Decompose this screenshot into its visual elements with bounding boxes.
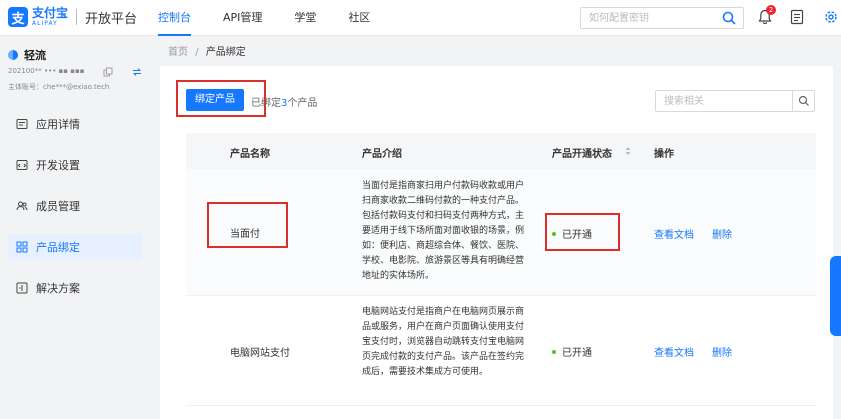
status-badge: 已开通 xyxy=(552,344,592,359)
status-text: 已开通 xyxy=(562,348,592,359)
delete-link[interactable]: 删除 xyxy=(712,348,732,359)
nav-academy[interactable]: 学堂 xyxy=(294,0,316,36)
sidebar-item-label: 开发设置 xyxy=(36,159,80,172)
product-intro: 当面付是指商家扫用户付款码收款或用户扫商家收款二维码付款的一种支付产品。包括付款… xyxy=(362,181,525,281)
sidebar-menu: 应用详情 开发设置 成员管理 产品绑定 解决方案 xyxy=(8,111,142,316)
breadcrumb-separator: / xyxy=(195,47,199,58)
dev-settings-icon xyxy=(16,159,28,171)
sidebar-item-dev-settings[interactable]: 开发设置 xyxy=(8,152,142,178)
product-intro: 电脑网站支付是指商户在电脑网页展示商品或服务，用户在商户页面确认使用支付宝支付时… xyxy=(362,307,525,377)
table-row: 电脑网站支付 电脑网站支付是指商户在电脑网页展示商品或服务，用户在商户页面确认使… xyxy=(186,296,816,406)
breadcrumb: 首页 / 产品绑定 xyxy=(168,43,246,58)
top-navbar: 支 支付宝 ALIPAY 开放平台 控制台 API管理 学堂 社区 2 xyxy=(0,0,841,36)
sidebar-item-label: 成员管理 xyxy=(36,200,80,213)
solution-icon xyxy=(16,282,28,294)
alipay-logo[interactable]: 支 支付宝 ALIPAY 开放平台 xyxy=(8,7,137,27)
related-search-button[interactable] xyxy=(792,91,814,111)
search-icon xyxy=(798,95,809,106)
document-icon[interactable] xyxy=(790,9,804,25)
logo-cn-text: 支付宝 xyxy=(32,6,69,20)
product-name: 电脑网站支付 xyxy=(230,348,290,359)
copy-icon[interactable] xyxy=(103,67,113,77)
app-name: 轻流 xyxy=(24,49,46,62)
app-header: 轻流 xyxy=(8,47,46,63)
main-nav: 控制台 API管理 学堂 社区 xyxy=(158,0,402,36)
header-status: 产品开通状态 xyxy=(552,149,612,160)
account-info: 主体账号：che***@exiao.tech xyxy=(8,83,110,91)
nav-api-management[interactable]: API管理 xyxy=(223,0,262,36)
app-id-row: 202100** ••• ▪▪ ▪▪▪ xyxy=(8,67,142,77)
sort-icon[interactable] xyxy=(624,146,632,156)
breadcrumb-home[interactable]: 首页 xyxy=(168,47,188,58)
view-docs-link[interactable]: 查看文档 xyxy=(654,230,694,241)
row-actions: 查看文档 删除 xyxy=(654,226,750,241)
sidebar-item-label: 应用详情 xyxy=(36,118,80,131)
app-logo-icon xyxy=(8,50,18,60)
switch-icon[interactable] xyxy=(132,67,142,77)
sidebar: 轻流 202100** ••• ▪▪ ▪▪▪ 主体账号：che***@exiao… xyxy=(0,37,150,419)
bound-count-text: 已绑定3个产品 xyxy=(251,94,317,109)
related-search-box xyxy=(655,90,815,112)
sidebar-item-members[interactable]: 成员管理 xyxy=(8,193,142,219)
app-detail-icon xyxy=(16,118,28,130)
sidebar-item-app-detail[interactable]: 应用详情 xyxy=(8,111,142,137)
highlight-box-status xyxy=(545,213,620,251)
sidebar-item-product-bind[interactable]: 产品绑定 xyxy=(8,234,142,260)
search-icon[interactable] xyxy=(721,10,737,26)
header-product-intro: 产品介绍 xyxy=(362,149,402,160)
app-id: 202100** ••• ▪▪ ▪▪▪ xyxy=(8,67,85,75)
breadcrumb-current: 产品绑定 xyxy=(205,47,246,58)
notification-badge: 2 xyxy=(766,5,776,15)
alipay-logo-icon: 支 xyxy=(8,7,28,27)
nav-community[interactable]: 社区 xyxy=(348,0,370,36)
delete-link[interactable]: 删除 xyxy=(712,230,732,241)
platform-title: 开放平台 xyxy=(85,11,138,27)
product-bind-icon xyxy=(16,241,28,253)
top-search-box xyxy=(580,7,744,29)
header-ops: 操作 xyxy=(654,149,674,160)
row-actions: 查看文档 删除 xyxy=(654,344,750,359)
gear-icon[interactable] xyxy=(822,8,840,26)
logo-wordmark: 支付宝 ALIPAY xyxy=(32,7,68,27)
sidebar-item-label: 解决方案 xyxy=(36,282,80,295)
logo-en-text: ALIPAY xyxy=(32,20,58,27)
related-search-input[interactable] xyxy=(656,91,788,111)
sidebar-item-label: 产品绑定 xyxy=(36,241,80,254)
bound-prefix: 已绑定 xyxy=(251,98,281,109)
view-docs-link[interactable]: 查看文档 xyxy=(654,348,694,359)
sidebar-item-solutions[interactable]: 解决方案 xyxy=(8,275,142,301)
nav-console[interactable]: 控制台 xyxy=(158,0,191,36)
table-header: 产品名称 产品介绍 产品开通状态 操作 xyxy=(186,133,816,169)
logo-divider xyxy=(76,9,78,25)
members-icon xyxy=(16,200,28,212)
floating-help-tab[interactable] xyxy=(830,256,841,336)
highlight-box-product-name xyxy=(207,202,288,248)
header-product-name: 产品名称 xyxy=(230,149,270,160)
bound-suffix: 个产品 xyxy=(287,98,318,109)
status-dot-icon xyxy=(552,349,556,354)
top-search-input[interactable] xyxy=(581,8,711,28)
